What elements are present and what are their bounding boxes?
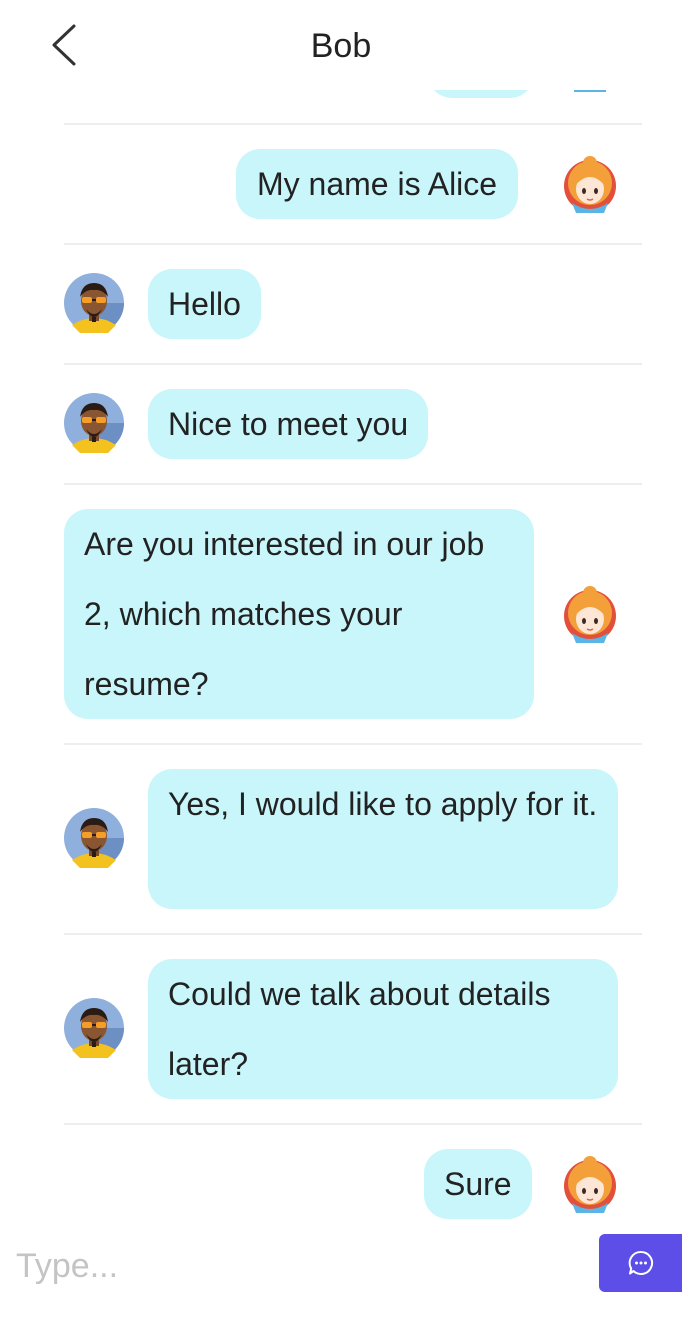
message-row: Are you interested in our job 2, which m… (64, 485, 642, 745)
message-row: Yes, I would like to apply for it. (64, 745, 642, 935)
message-bubble: Yes, I would like to apply for it. (148, 769, 618, 909)
message-row: Sure (64, 1125, 642, 1230)
message-composer (0, 1230, 682, 1342)
message-row: Hello (64, 245, 642, 365)
message-bubble: Nice to meet you (148, 389, 429, 459)
chat-bubble-icon (628, 1250, 653, 1275)
message-bubble: Sure (424, 1149, 532, 1219)
message-bubble: Hello (148, 269, 261, 339)
bob-avatar (64, 273, 124, 333)
message-input[interactable] (16, 1236, 576, 1296)
chat-header: Bob (0, 0, 682, 90)
message-bubble: Are you interested in our job 2, which m… (64, 509, 534, 719)
chat-screen: My name is Alice Hello Nice to meet you … (0, 0, 682, 1342)
message-row: Could we talk about details later? (64, 935, 642, 1125)
bob-avatar (64, 393, 124, 453)
alice-avatar (560, 583, 620, 643)
bob-avatar (64, 808, 124, 868)
message-row: My name is Alice (64, 125, 642, 245)
message-bubble: My name is Alice (236, 149, 519, 219)
message-list[interactable]: My name is Alice Hello Nice to meet you … (0, 0, 682, 1230)
alice-avatar (560, 153, 620, 213)
bob-avatar (64, 998, 124, 1058)
alice-avatar (560, 1153, 620, 1213)
page-title: Bob (310, 27, 372, 65)
send-button[interactable] (599, 1234, 682, 1292)
message-bubble: Could we talk about details later? (148, 959, 618, 1099)
message-row: Nice to meet you (64, 365, 642, 485)
